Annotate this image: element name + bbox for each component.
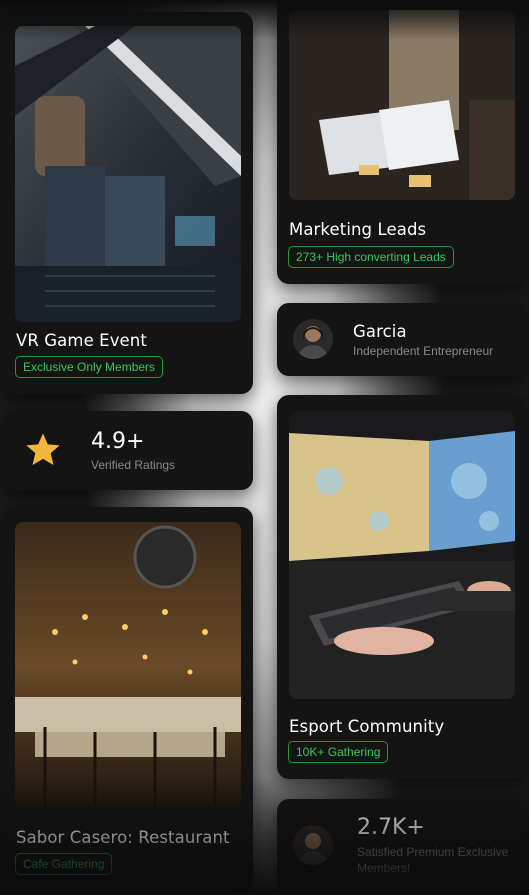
vr-event-photo [15,26,241,322]
rating-label: Verified Ratings [91,458,176,472]
card-title: Esport Community [289,717,445,736]
profile-name: Garcia [353,322,407,341]
tag-badge: 10K+ Gathering [288,741,389,763]
restaurant-photo [15,522,241,806]
profile-card[interactable]: Garcia Independent Entrepreneur [277,303,526,376]
avatar [293,825,333,865]
tag-badge: Cafe Gathering [15,853,113,875]
esport-community-card[interactable]: Esport Community 10K+ Gathering [277,395,526,779]
rating-value: 4.9+ [91,429,145,454]
star-icon [23,430,63,474]
marketing-photo [289,10,515,200]
members-count: 2.7K+ [357,815,425,840]
restaurant-card[interactable]: Sabor Casero: Restaurant Cafe Gathering [3,507,253,892]
tag-badge: Exclusive Only Members [15,356,164,378]
avatar [293,319,333,359]
card-title: Sabor Casero: Restaurant [16,828,230,847]
marketing-leads-card[interactable]: Marketing Leads 273+ High converting Lea… [277,0,526,284]
members-label: Satisfied Premium Exclusive [357,845,509,859]
profile-role: Independent Entrepreneur [353,344,494,358]
card-title: VR Game Event [16,331,147,350]
card-title: Marketing Leads [289,220,427,239]
tag-badge: 273+ High converting Leads [288,246,454,268]
members-label-2: Members! [357,861,411,875]
esport-photo [289,411,515,699]
members-card: 2.7K+ Satisfied Premium Exclusive Member… [277,799,526,895]
rating-card: 4.9+ Verified Ratings [3,411,253,490]
vr-game-event-card[interactable]: VR Game Event Exclusive Only Members [3,12,253,394]
